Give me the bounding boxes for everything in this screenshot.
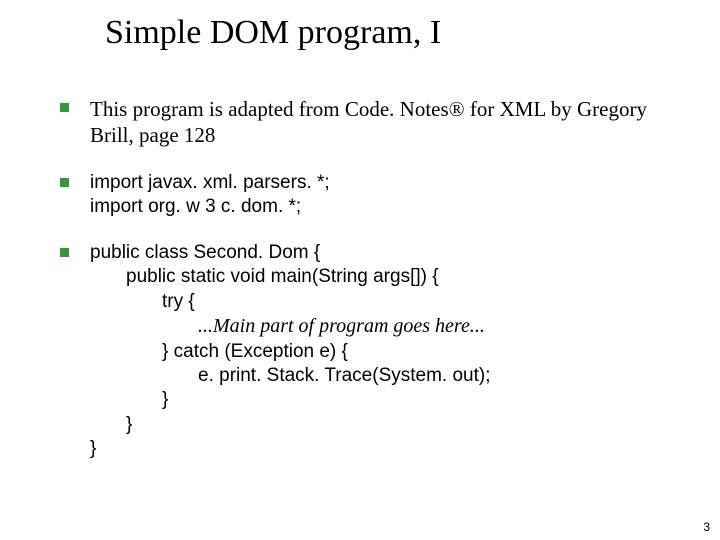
import-line-2: import org. w 3 c. dom. *;	[90, 196, 301, 217]
code-line: try {	[90, 290, 690, 314]
slide-body: This program is adapted from Code. Notes…	[60, 96, 690, 483]
code-line: }	[90, 413, 690, 437]
code-line: e. print. Stack. Trace(System. out);	[90, 364, 690, 388]
code-line: public static void main(String args[]) {	[90, 265, 690, 289]
code-block: public class Second. Dom { public static…	[90, 241, 690, 461]
slide-title: Simple DOM program, I	[105, 14, 441, 52]
bullet-item-imports: import javax. xml. parsers. *; import or…	[60, 171, 690, 220]
imports-block: import javax. xml. parsers. *; import or…	[90, 171, 690, 220]
square-bullet-icon	[60, 103, 69, 112]
code-line: }	[90, 438, 96, 459]
code-comment: ...Main part of program goes here...	[90, 314, 690, 340]
square-bullet-icon	[60, 178, 69, 187]
intro-text: This program is adapted from Code. Notes…	[90, 96, 690, 149]
code-line: } catch (Exception e) {	[90, 340, 690, 364]
slide: Simple DOM program, I This program is ad…	[0, 0, 720, 540]
bullet-item-intro: This program is adapted from Code. Notes…	[60, 96, 690, 149]
square-bullet-icon	[60, 248, 69, 257]
import-line-1: import javax. xml. parsers. *;	[90, 172, 330, 193]
code-line: public class Second. Dom {	[90, 242, 320, 263]
bullet-item-code: public class Second. Dom { public static…	[60, 241, 690, 461]
code-line: }	[90, 388, 690, 412]
page-number: 3	[703, 520, 710, 534]
